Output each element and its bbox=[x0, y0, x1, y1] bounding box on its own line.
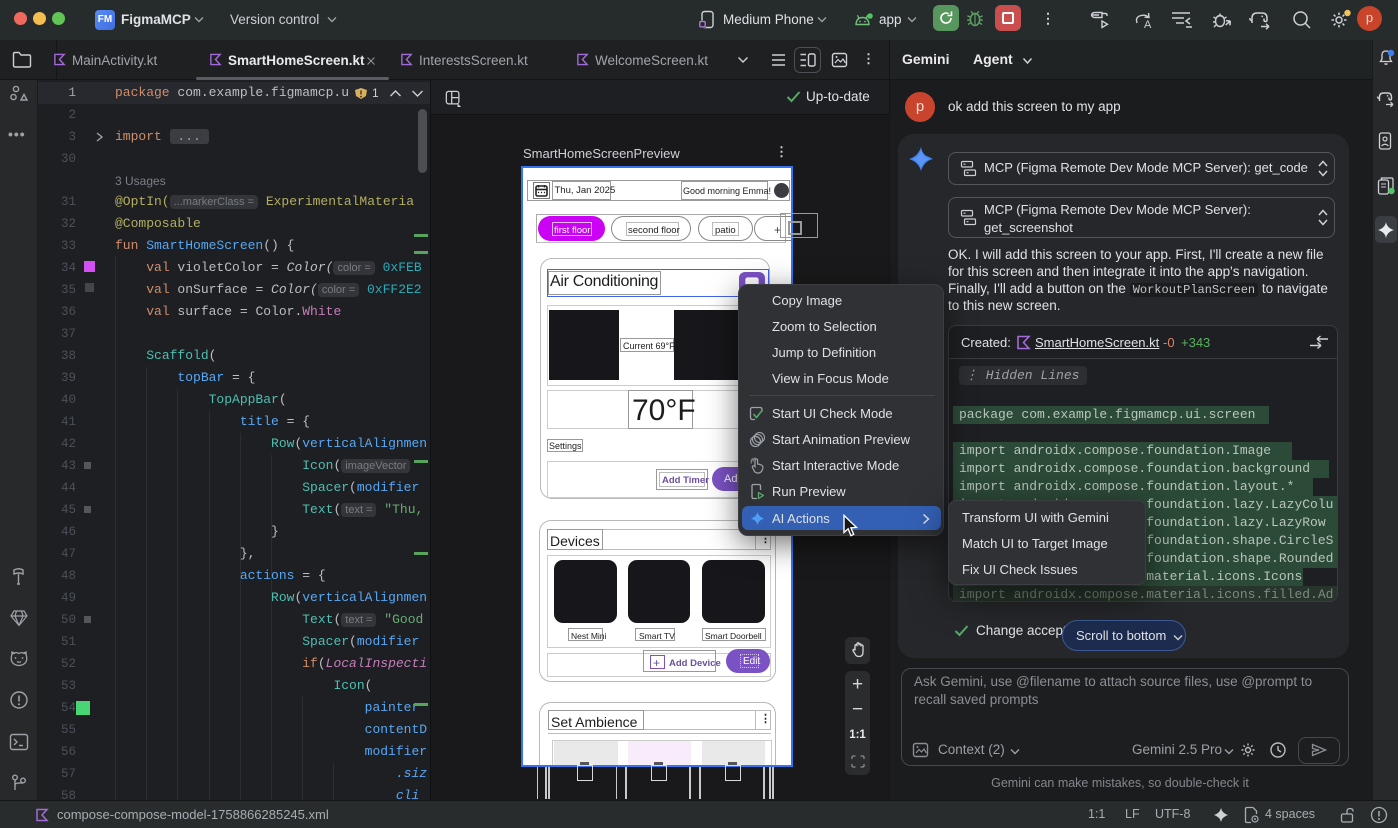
svg-text:A: A bbox=[1144, 19, 1152, 31]
